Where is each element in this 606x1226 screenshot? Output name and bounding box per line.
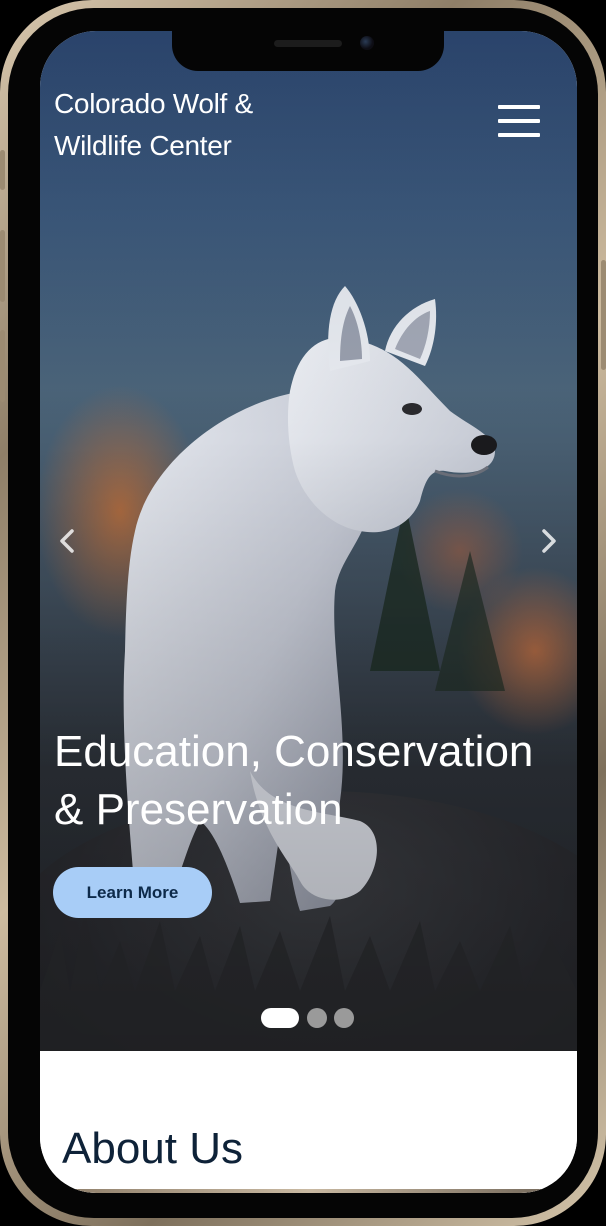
phone-power-button [601, 260, 606, 370]
carousel-dot-2[interactable] [307, 1008, 327, 1028]
carousel-dot-1-active[interactable] [261, 1008, 299, 1028]
carousel-next-button[interactable] [530, 523, 566, 559]
chevron-left-icon [60, 529, 74, 553]
about-title: About Us [62, 1124, 243, 1173]
carousel-prev-button[interactable] [50, 523, 86, 559]
carousel-dot-3[interactable] [334, 1008, 354, 1028]
hero-carousel: Colorado Wolf & Wildlife Center Educatio… [40, 31, 577, 1051]
screen: Colorado Wolf & Wildlife Center Educatio… [40, 31, 577, 1193]
front-camera [360, 36, 374, 50]
hamburger-menu-icon-bar-2 [498, 119, 540, 123]
phone-frame: Colorado Wolf & Wildlife Center Educatio… [0, 0, 606, 1226]
site-title[interactable]: Colorado Wolf & Wildlife Center [54, 83, 314, 167]
phone-volume-up-button [0, 230, 5, 302]
hamburger-menu-icon-bar-3 [498, 133, 540, 137]
hero-headline: Education, Conservation & Preservation [54, 727, 534, 834]
hamburger-menu-icon-bar-1 [498, 105, 540, 109]
about-section: About Us [40, 1051, 577, 1193]
chevron-right-icon [542, 529, 556, 553]
earpiece-speaker [274, 40, 342, 47]
phone-side-button [0, 150, 5, 190]
phone-volume-down-button [0, 330, 5, 402]
about-image-strip [40, 1189, 577, 1193]
hamburger-menu-button[interactable] [494, 105, 544, 145]
phone-notch [172, 31, 444, 71]
learn-more-button[interactable]: Learn More [53, 867, 212, 918]
